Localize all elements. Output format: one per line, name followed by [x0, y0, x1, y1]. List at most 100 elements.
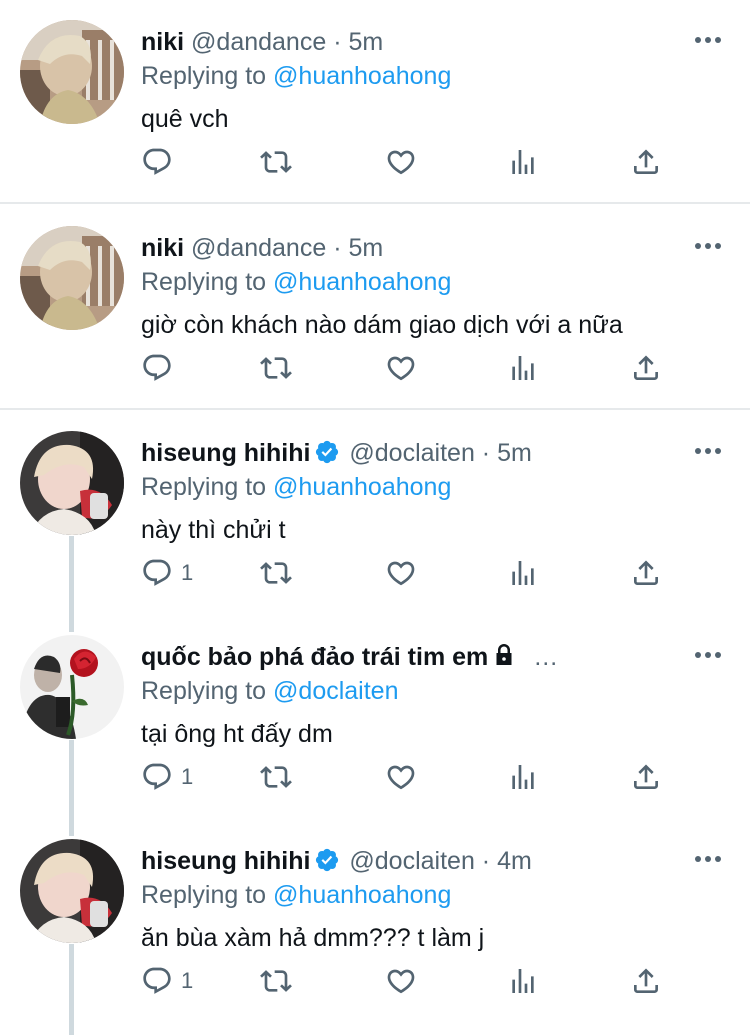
avatar[interactable]: [20, 839, 124, 943]
user-handle[interactable]: @dandance: [191, 234, 326, 262]
tweet-actions: 1: [141, 961, 681, 1001]
replying-to-label: Replying to: [141, 677, 267, 705]
share-button[interactable]: [630, 142, 662, 182]
more-icon[interactable]: [694, 445, 722, 457]
like-button[interactable]: [385, 757, 417, 797]
timestamp[interactable]: 5m: [348, 28, 383, 56]
reply-icon: [141, 557, 173, 589]
reply-button[interactable]: 1: [141, 553, 193, 593]
separator-dot: ·: [481, 847, 491, 875]
reply-button[interactable]: 1: [141, 961, 193, 1001]
like-icon: [385, 761, 417, 793]
like-button[interactable]: [385, 348, 417, 388]
reply-button[interactable]: 1: [141, 757, 193, 797]
like-icon: [385, 146, 417, 178]
views-button[interactable]: [507, 348, 539, 388]
share-button[interactable]: [630, 961, 662, 1001]
views-icon: [507, 965, 539, 997]
replying-to: Replying to @huanhoahong: [141, 262, 451, 302]
reply-button[interactable]: [141, 348, 181, 388]
lock-icon: [492, 643, 516, 667]
retweet-button[interactable]: [260, 961, 292, 1001]
tweet-text: tại ông ht đấy dm: [141, 720, 333, 748]
separator-dot: ·: [333, 28, 342, 56]
share-icon: [630, 965, 662, 997]
more-icon[interactable]: [694, 34, 722, 46]
tweet-actions: 1: [141, 553, 681, 593]
views-button[interactable]: [507, 961, 539, 1001]
tweet[interactable]: hiseung hihihi @doclaiten · 5m Replying …: [0, 411, 750, 615]
reply-icon: [141, 965, 173, 997]
reply-count: 1: [181, 968, 194, 993]
share-icon: [630, 557, 662, 589]
truncation-ellipsis: …: [533, 643, 561, 671]
share-button[interactable]: [630, 757, 662, 797]
reply-icon: [141, 146, 173, 178]
retweet-button[interactable]: [260, 553, 292, 593]
share-button[interactable]: [630, 348, 662, 388]
reply-icon: [141, 352, 173, 384]
tweet-actions: 1: [141, 757, 681, 797]
like-button[interactable]: [385, 553, 417, 593]
tweet-actions: [141, 348, 681, 388]
timestamp[interactable]: 5m: [497, 439, 532, 467]
views-icon: [507, 761, 539, 793]
avatar[interactable]: [20, 20, 124, 124]
more-icon[interactable]: [694, 649, 722, 661]
display-name[interactable]: quốc bảo phá đảo trái tim em: [141, 643, 488, 671]
more-icon[interactable]: [694, 853, 722, 865]
user-handle[interactable]: @doclaiten: [349, 439, 474, 467]
tweet-text: ăn bùa xàm hả dmm??? t làm j: [141, 924, 485, 952]
replying-to: Replying to @huanhoahong: [141, 467, 451, 507]
reply-button[interactable]: [141, 142, 181, 182]
views-button[interactable]: [507, 757, 539, 797]
share-button[interactable]: [630, 553, 662, 593]
separator-dot: ·: [481, 439, 491, 467]
tweet[interactable]: hiseung hihihi @doclaiten · 4m Replying …: [0, 819, 750, 1023]
avatar[interactable]: [20, 431, 124, 535]
display-name[interactable]: niki: [141, 234, 184, 262]
reply-count: 1: [181, 560, 194, 585]
retweet-icon: [260, 965, 292, 997]
user-handle[interactable]: @doclaiten: [349, 847, 474, 875]
replying-to: Replying to @huanhoahong: [141, 875, 451, 915]
like-button[interactable]: [385, 961, 417, 1001]
user-handle[interactable]: @dandance: [191, 28, 326, 56]
mention-link[interactable]: @huanhoahong: [273, 881, 451, 909]
mention-link[interactable]: @huanhoahong: [273, 62, 451, 90]
retweet-button[interactable]: [260, 348, 292, 388]
tweet-actions: [141, 142, 681, 182]
tweet-text: quê vch: [141, 105, 229, 133]
tweet[interactable]: quốc bảo phá đảo trái tim em … Replying …: [0, 615, 750, 819]
mention-link[interactable]: @huanhoahong: [273, 473, 451, 501]
retweet-button[interactable]: [260, 142, 292, 182]
mention-link[interactable]: @doclaiten: [273, 677, 398, 705]
display-name[interactable]: hiseung hihihi: [141, 847, 310, 875]
retweet-icon: [260, 352, 292, 384]
timestamp[interactable]: 4m: [497, 847, 532, 875]
tweet-text: này thì chửi t: [141, 516, 286, 544]
retweet-button[interactable]: [260, 757, 292, 797]
tweet[interactable]: niki @dandance · 5m Replying to @huanhoa…: [0, 206, 750, 410]
replying-to: Replying to @huanhoahong: [141, 56, 451, 96]
replying-to-label: Replying to: [141, 62, 267, 90]
views-button[interactable]: [507, 553, 539, 593]
more-icon[interactable]: [694, 240, 722, 252]
replying-to-label: Replying to: [141, 473, 267, 501]
verified-badge-icon: [314, 847, 340, 873]
display-name[interactable]: niki: [141, 28, 184, 56]
share-icon: [630, 146, 662, 178]
tweet[interactable]: niki @dandance · 5m Replying to @huanhoa…: [0, 0, 750, 204]
views-button[interactable]: [507, 142, 539, 182]
timestamp[interactable]: 5m: [348, 234, 383, 262]
mention-link[interactable]: @huanhoahong: [273, 268, 451, 296]
replying-to-label: Replying to: [141, 268, 267, 296]
share-icon: [630, 352, 662, 384]
views-icon: [507, 352, 539, 384]
avatar[interactable]: [20, 226, 124, 330]
like-button[interactable]: [385, 142, 417, 182]
like-icon: [385, 965, 417, 997]
verified-badge-icon: [314, 439, 340, 465]
avatar[interactable]: [20, 635, 124, 739]
display-name[interactable]: hiseung hihihi: [141, 439, 310, 467]
